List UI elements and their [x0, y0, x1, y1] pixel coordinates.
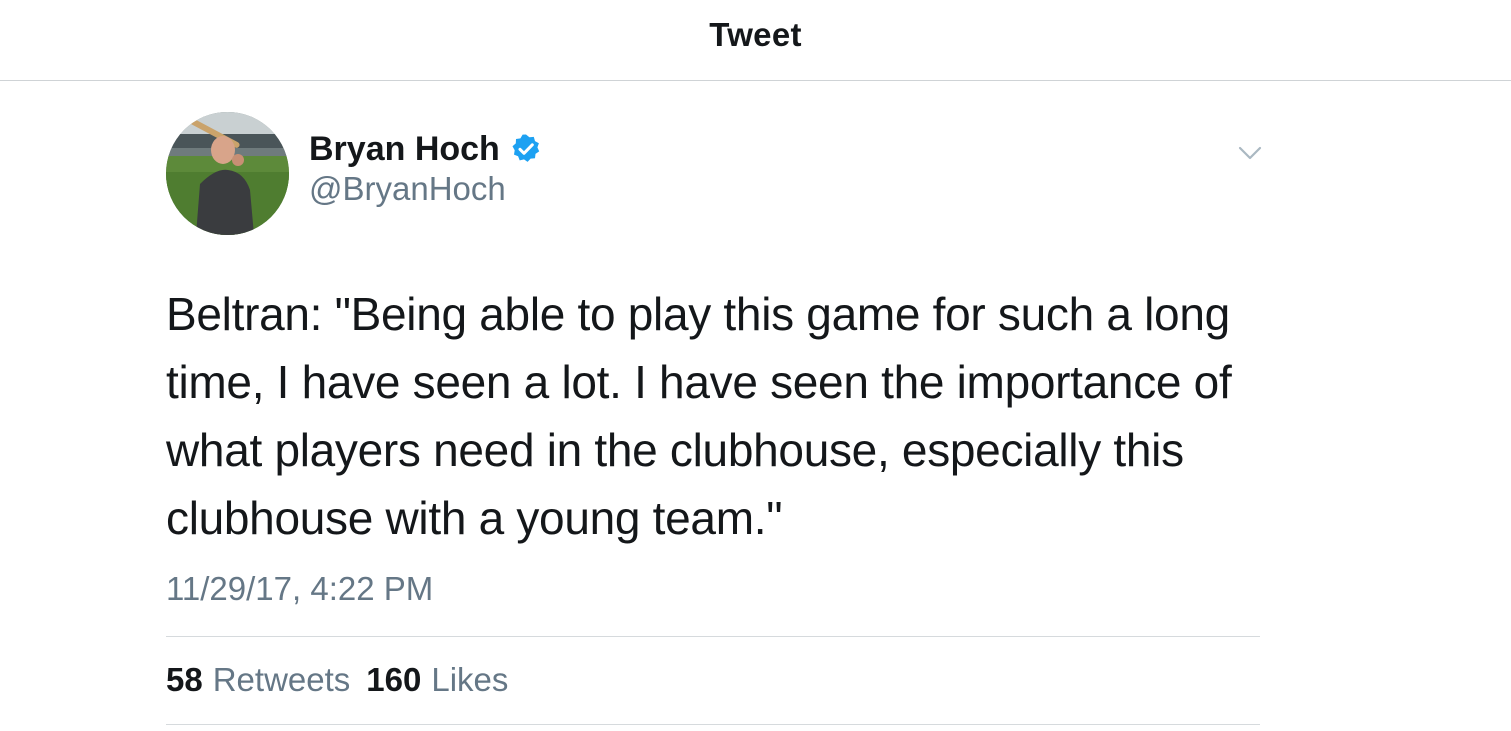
avatar-image [166, 112, 289, 235]
retweets-stat[interactable]: 58 Retweets [166, 661, 350, 699]
divider [166, 724, 1260, 725]
avatar[interactable] [166, 112, 289, 235]
retweets-label: Retweets [212, 661, 351, 698]
tweet-stats: 58 Retweets 160 Likes [166, 661, 508, 699]
chevron-down-icon[interactable] [1236, 140, 1264, 164]
retweets-count: 58 [166, 661, 203, 698]
username[interactable]: @BryanHoch [309, 170, 506, 208]
tweet-timestamp: 11/29/17, 4:22 PM [166, 570, 434, 607]
divider [166, 636, 1260, 637]
author-name-row: Bryan Hoch [309, 128, 542, 170]
verified-badge-icon [512, 134, 540, 162]
navigation-bar: Tweet [0, 0, 1511, 81]
page-title: Tweet [709, 16, 802, 53]
tweet-text: Beltran: "Being able to play this game f… [166, 288, 1232, 544]
likes-count: 160 [366, 661, 422, 698]
likes-label: Likes [431, 661, 509, 698]
display-name[interactable]: Bryan Hoch [309, 130, 500, 169]
likes-stat[interactable]: 160 Likes [366, 661, 508, 699]
